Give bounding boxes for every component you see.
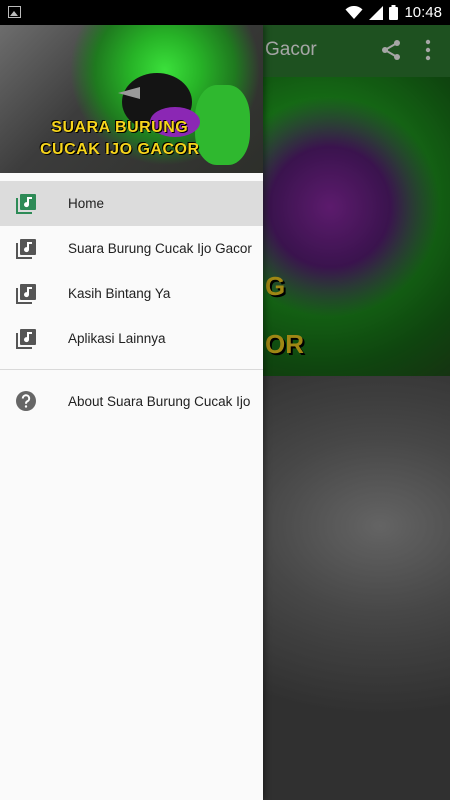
music-library-icon bbox=[16, 193, 36, 214]
header-title-line1: SUARA BURUNG bbox=[51, 119, 189, 136]
menu-item-kasih-bintang[interactable]: Kasih Bintang Ya bbox=[0, 271, 263, 316]
drawer-header-title: SUARA BURUNG CUCAK IJO GACOR bbox=[40, 117, 200, 161]
menu-label-suara-burung: Suara Burung Cucak Ijo Gacor bbox=[68, 241, 252, 256]
music-library-icon bbox=[16, 328, 36, 349]
signal-icon bbox=[369, 5, 384, 20]
drawer-menu: Home Suara Burung Cucak Ijo Gacor Kasih … bbox=[0, 173, 263, 361]
menu-item-suara-burung[interactable]: Suara Burung Cucak Ijo Gacor bbox=[0, 226, 263, 271]
bird-beak bbox=[118, 87, 140, 99]
status-time: 10:48 bbox=[404, 4, 442, 21]
menu-label-aplikasi-lainnya: Aplikasi Lainnya bbox=[68, 331, 166, 346]
menu-label-kasih-bintang: Kasih Bintang Ya bbox=[68, 286, 171, 301]
menu-divider bbox=[0, 369, 263, 370]
status-icons: 10:48 bbox=[345, 3, 442, 22]
help-icon bbox=[16, 391, 36, 411]
music-library-icon bbox=[16, 283, 36, 304]
menu-item-aplikasi-lainnya[interactable]: Aplikasi Lainnya bbox=[0, 316, 263, 361]
image-notification-icon bbox=[8, 6, 21, 18]
drawer-header-image: SUARA BURUNG CUCAK IJO GACOR bbox=[0, 25, 263, 173]
music-library-icon bbox=[16, 238, 36, 259]
header-title-line2: CUCAK IJO GACOR bbox=[40, 141, 200, 158]
status-bar: 10:48 bbox=[0, 0, 450, 25]
menu-item-home[interactable]: Home bbox=[0, 181, 263, 226]
menu-item-about[interactable]: About Suara Burung Cucak Ijo bbox=[0, 376, 263, 426]
wifi-icon bbox=[345, 5, 363, 19]
navigation-drawer: SUARA BURUNG CUCAK IJO GACOR Home Suara … bbox=[0, 25, 263, 800]
bird-wing bbox=[195, 85, 250, 165]
battery-icon bbox=[389, 5, 399, 20]
menu-label-home: Home bbox=[68, 196, 105, 211]
menu-label-about: About Suara Burung Cucak Ijo bbox=[68, 393, 251, 409]
